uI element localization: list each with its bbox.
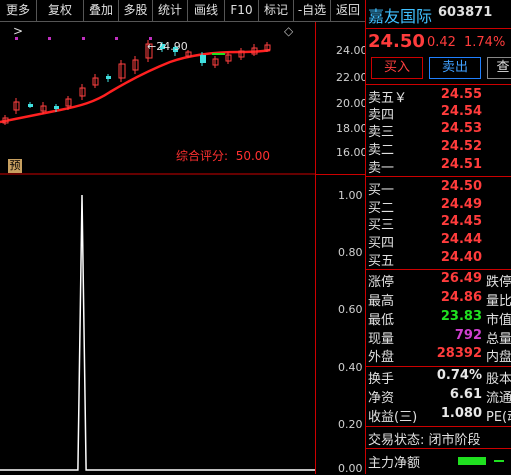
ask-row: 卖二 24.52 bbox=[368, 139, 482, 158]
indicator-tick: 0.20 bbox=[338, 418, 363, 431]
remove-watchlist-button[interactable]: -自选 bbox=[294, 0, 331, 21]
marker-dots bbox=[15, 37, 152, 40]
diamond-icon[interactable]: ◇ bbox=[284, 24, 293, 38]
stat-row: 收益(三)1.080PE(动 bbox=[368, 406, 511, 425]
chart-area[interactable]: ←24.90 ◇ 综合评分: 50.00 预 bbox=[0, 22, 315, 474]
ask-row: 卖一 24.51 bbox=[368, 157, 482, 176]
high-price-label: ←24.90 bbox=[147, 40, 188, 53]
sell-button[interactable]: 卖出 bbox=[429, 57, 481, 79]
trade-status: 交易状态: 闭市阶段 bbox=[368, 433, 481, 448]
stat-row: 涨停 26.49 跌停 bbox=[368, 271, 511, 290]
stat-row: 最高 24.86 量比 bbox=[368, 290, 511, 309]
stat-row: 外盘 28392 内盘 bbox=[368, 346, 511, 365]
bid-row: 买二 24.49 bbox=[368, 197, 482, 216]
bid-row: 买五 24.40 bbox=[368, 250, 482, 269]
ask-row: 卖五￥ 24.55 bbox=[368, 87, 482, 106]
stock-name: 嘉友国际 bbox=[368, 7, 433, 26]
ask-row: 卖四 24.54 bbox=[368, 104, 482, 123]
price-change-pct: 1.74% bbox=[464, 35, 506, 50]
indicator-line bbox=[0, 194, 315, 471]
draw-line-button[interactable]: 画线 bbox=[188, 0, 225, 21]
pre-marker-badge: 预 bbox=[8, 159, 22, 173]
overlay-button[interactable]: 叠加 bbox=[84, 0, 119, 21]
multi-stock-button[interactable]: 多股 bbox=[119, 0, 153, 21]
buy-button[interactable]: 买入 bbox=[371, 57, 423, 79]
price-tick: 24.00 bbox=[336, 44, 368, 57]
f10-button[interactable]: F10 bbox=[225, 0, 259, 21]
bid-row: 买四 24.44 bbox=[368, 232, 482, 251]
indicator-series bbox=[0, 194, 315, 471]
quote-panel: 嘉友国际 603871 24.50 0.42 1.74% 买入 卖出 查 卖五￥… bbox=[365, 0, 511, 474]
indicator-tick: 0.80 bbox=[338, 246, 363, 259]
indicator-tick: 0.40 bbox=[338, 361, 363, 374]
price-tick: 18.00 bbox=[336, 122, 368, 135]
net-flow-bar bbox=[458, 457, 486, 465]
main-net-flow-label: 主力净额 bbox=[368, 456, 421, 471]
bid-row: 买一 24.50 bbox=[368, 179, 482, 198]
stat-row: 净资 6.61 流通 bbox=[368, 387, 511, 406]
kline-svg bbox=[0, 37, 315, 471]
stock-code: 603871 bbox=[438, 5, 493, 20]
mark-button[interactable]: 标记 bbox=[259, 0, 294, 21]
stat-row: 现量 792 总量 bbox=[368, 328, 511, 347]
statistics-button[interactable]: 统计 bbox=[153, 0, 188, 21]
bid-row: 买三 24.45 bbox=[368, 214, 482, 233]
query-button[interactable]: 查 bbox=[487, 57, 511, 79]
price-tick: 16.00 bbox=[336, 146, 368, 159]
price-axis: 24.00 22.00 20.00 18.00 16.00 1.00 0.80 … bbox=[315, 22, 368, 475]
stat-row: 换手 0.74% 股本 bbox=[368, 368, 511, 387]
price-change: 0.42 bbox=[427, 35, 456, 50]
chart-toolbar: 更多 > 复权 叠加 多股 统计 画线 F10 标记 -自选 返回 bbox=[0, 0, 366, 38]
ask-row: 卖三 24.53 bbox=[368, 121, 482, 140]
net-flow-dash bbox=[494, 460, 504, 462]
composite-score: 综合评分: 50.00 bbox=[176, 149, 271, 163]
more-button[interactable]: 更多 > bbox=[0, 0, 37, 38]
last-price: 24.50 bbox=[368, 31, 425, 52]
indicator-tick: 1.00 bbox=[338, 189, 363, 202]
back-button[interactable]: 返回 bbox=[331, 0, 366, 21]
price-tick: 20.00 bbox=[336, 97, 368, 110]
restore-rights-button[interactable]: 复权 bbox=[37, 0, 84, 21]
stat-row: 最低 23.83 市值 bbox=[368, 309, 511, 328]
indicator-tick: 0.00 bbox=[338, 462, 363, 475]
price-tick: 22.00 bbox=[336, 71, 368, 84]
indicator-tick: 0.60 bbox=[338, 303, 363, 316]
